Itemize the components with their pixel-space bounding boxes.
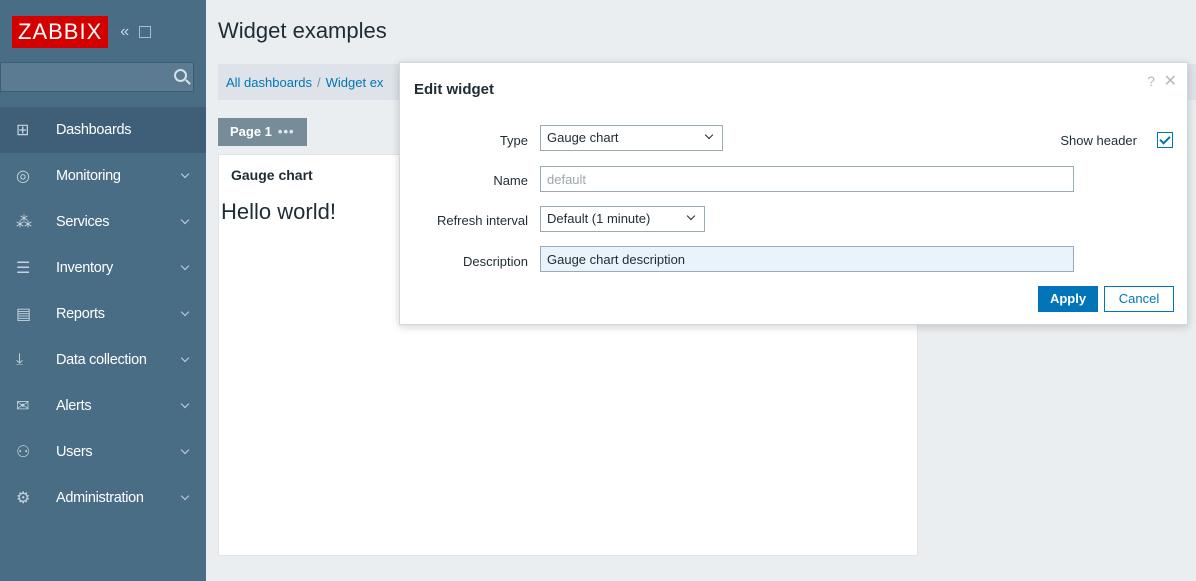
sidebar-item-label: Dashboards (56, 122, 132, 138)
sidebar-item-label: Users (56, 444, 93, 460)
close-icon[interactable]: ✕ (1164, 71, 1177, 91)
services-icon: ⁂ (16, 214, 32, 231)
chevron-down-icon (704, 130, 714, 140)
sidebar-item-monitoring[interactable]: ◎ Monitoring (0, 153, 206, 199)
dashboard-icon: ⊞ (16, 122, 30, 139)
chevron-down-icon (180, 261, 190, 271)
tab-menu-icon[interactable]: ••• (278, 124, 295, 139)
report-icon: ▤ (16, 306, 31, 323)
chevron-down-icon (686, 211, 696, 221)
download-icon: ⤓ (16, 351, 23, 368)
sidebar-item-services[interactable]: ⁂ Services (0, 199, 206, 245)
widget-title: Gauge chart (231, 167, 313, 183)
refresh-interval-label: Refresh interval (436, 213, 528, 228)
chevron-down-icon (180, 491, 190, 501)
sidebar-item-reports[interactable]: ▤ Reports (0, 291, 206, 337)
description-label: Description (462, 254, 528, 269)
eye-icon: ◎ (16, 168, 30, 185)
breadcrumb-current-dashboard[interactable]: Widget ex (326, 75, 384, 90)
type-label: Type (499, 133, 528, 148)
kiosk-mode-icon[interactable] (139, 26, 152, 38)
sidebar-item-label: Alerts (56, 398, 92, 414)
chevron-down-icon (180, 353, 190, 363)
refresh-interval-value: Default (1 minute) (547, 211, 651, 226)
envelope-icon: ✉ (16, 398, 30, 415)
type-select-value: Gauge chart (547, 130, 619, 145)
apply-button[interactable]: Apply (1038, 286, 1098, 312)
name-input[interactable]: default (540, 166, 1074, 192)
sidebar-item-label: Administration (56, 490, 144, 506)
tab-label: Page 1 (230, 124, 272, 139)
chevron-down-icon (180, 307, 190, 317)
search-icon[interactable] (174, 69, 187, 82)
sidebar-item-label: Inventory (56, 260, 113, 276)
logo-row: ZABBIX « (12, 16, 152, 48)
description-input[interactable]: Gauge chart description (540, 246, 1074, 272)
list-icon: ☰ (16, 260, 31, 277)
sidebar-item-label: Data collection (56, 352, 147, 368)
sidebar-item-alerts[interactable]: ✉ Alerts (0, 383, 206, 429)
collapse-sidebar-icon[interactable]: « (120, 23, 129, 41)
type-select[interactable]: Gauge chart (540, 125, 723, 151)
sidebar: ZABBIX « ⊞ Dashboards ◎ Monitoring ⁂ Ser… (0, 0, 206, 581)
breadcrumb-separator: / (317, 74, 321, 90)
tab-page-1[interactable]: Page 1 ••• (218, 118, 307, 146)
chevron-down-icon (180, 215, 190, 225)
chevron-down-icon (180, 445, 190, 455)
gear-icon: ⚙ (16, 490, 31, 507)
main-menu: ⊞ Dashboards ◎ Monitoring ⁂ Services ☰ I… (0, 107, 206, 521)
sidebar-item-label: Services (56, 214, 110, 230)
users-icon: ⚇ (16, 444, 31, 461)
show-header-checkbox[interactable] (1157, 132, 1173, 148)
sidebar-item-data-collection[interactable]: ⤓ Data collection (0, 337, 206, 383)
chevron-down-icon (180, 169, 190, 179)
breadcrumb-all-dashboards[interactable]: All dashboards (226, 75, 312, 90)
sidebar-item-users[interactable]: ⚇ Users (0, 429, 206, 475)
sidebar-item-dashboards[interactable]: ⊞ Dashboards (0, 107, 206, 153)
show-header-label: Show header (1060, 133, 1137, 148)
sidebar-item-label: Monitoring (56, 168, 121, 184)
sidebar-item-inventory[interactable]: ☰ Inventory (0, 245, 206, 291)
refresh-interval-select[interactable]: Default (1 minute) (540, 206, 705, 232)
zabbix-logo[interactable]: ZABBIX (12, 16, 109, 48)
chevron-down-icon (180, 399, 190, 409)
page-title: Widget examples (218, 18, 387, 43)
sidebar-search-input[interactable] (0, 62, 194, 92)
dialog-title: Edit widget (414, 81, 494, 98)
edit-widget-dialog: Edit widget ? ✕ Type Gauge chart Show he… (399, 62, 1188, 325)
cancel-button[interactable]: Cancel (1104, 286, 1174, 312)
sidebar-item-label: Reports (56, 306, 105, 322)
name-label: Name (493, 173, 528, 188)
widget-content: Hello world! (221, 199, 336, 224)
help-icon[interactable]: ? (1147, 73, 1155, 89)
sidebar-item-administration[interactable]: ⚙ Administration (0, 475, 206, 521)
